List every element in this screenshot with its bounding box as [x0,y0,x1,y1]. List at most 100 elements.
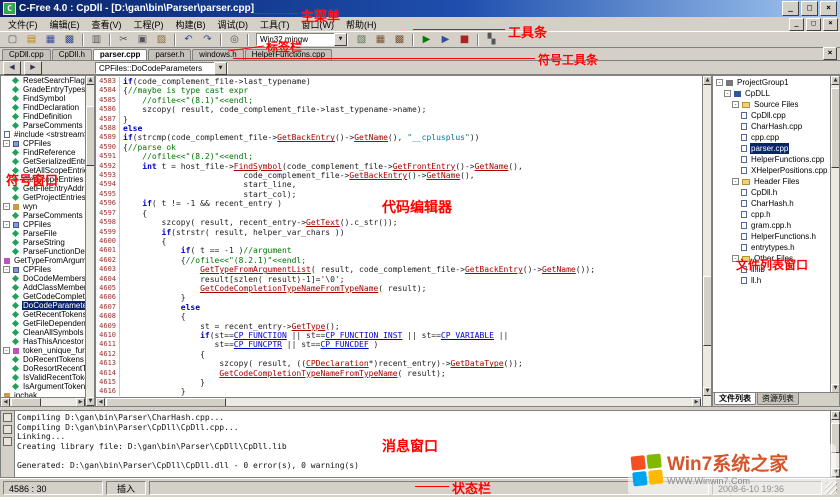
symbol-tree-item[interactable]: -CPFiles [1,139,85,148]
save-icon[interactable]: ▦ [41,32,60,48]
collapse-icon[interactable]: - [716,79,723,86]
scroll-up-icon[interactable]: ▲ [831,76,840,85]
tab-CpDll.cpp[interactable]: CpDll.cpp [2,49,51,60]
file-tree-item[interactable]: HelperFunctions.h [714,231,830,242]
symbol-tree-item[interactable]: GetAllScopeEntries [1,166,85,175]
build-icon[interactable]: ▦ [371,32,390,48]
symbol-tree-item[interactable]: GetFileDependency [1,319,85,328]
file-tree-item[interactable]: XHelperPositions.cpp [714,165,830,176]
symbol-tree-item[interactable]: GetScopeEntries [1,175,85,184]
menu-item-编辑E[interactable]: 编辑(E) [44,18,86,31]
find-icon[interactable]: ◎ [225,32,244,48]
file-tree-item[interactable]: CharHash.h [714,198,830,209]
file-tree-item[interactable]: -Other Files [714,253,830,264]
collapse-icon[interactable]: - [3,203,10,210]
scrollbar-thumb[interactable] [106,398,226,407]
file-tree-item[interactable]: entrytypes.h [714,242,830,253]
file-tree-item[interactable]: -ProjectGroup1 [714,77,830,88]
file-tree-item[interactable]: cpp.h [714,209,830,220]
redo-icon[interactable]: ↷ [198,32,217,48]
symbol-tree-item[interactable]: GetTypeFromArgument [1,256,85,265]
symbol-tree-item[interactable]: -wyn [1,202,85,211]
build-target-combo[interactable]: Win32 mingw ▼ [256,33,348,46]
save-all-icon[interactable]: ▩ [60,32,79,48]
scrollbar-thumb[interactable] [703,276,712,346]
collapse-icon[interactable]: - [3,266,10,273]
chevron-down-icon[interactable]: ▼ [214,62,227,75]
tab-parser.h[interactable]: parser.h [148,49,191,60]
find-results-icon[interactable] [3,437,12,446]
symbol-tree-item[interactable]: DoResortRecentToken [1,364,85,373]
symbol-tree-item[interactable]: ParseFile [1,229,85,238]
editor-vscrollbar[interactable]: ▲ ▼ [702,76,711,406]
copy-icon[interactable]: ▣ [133,32,152,48]
symbol-tree-item[interactable]: ResetSearchFlags [1,76,85,85]
symbol-tree-item[interactable]: GetSerializedEntries [1,157,85,166]
symbol-tree-item[interactable]: DoRecentTokens [1,355,85,364]
scroll-right-icon[interactable]: ▶ [76,398,85,407]
symbol-tree-item[interactable]: GetProjectEntries [1,193,85,202]
debug-output-icon[interactable] [3,425,12,434]
file-tree-item[interactable]: ll.h [714,275,830,286]
symbol-tree-item[interactable]: FindReference [1,148,85,157]
menu-item-文件F[interactable]: 文件(F) [2,18,44,31]
symbol-combo[interactable]: CPFiles::DoCodeParameters ▼ [95,62,228,74]
code-editor[interactable]: 4583458445854586458745884589459045914592… [95,75,712,407]
cut-icon[interactable]: ✂ [114,32,133,48]
collapse-icon[interactable]: - [732,178,739,185]
menu-item-查看V[interactable]: 查看(V) [86,18,128,31]
tab-CpDll.h[interactable]: CpDll.h [52,49,92,60]
symbol-tree-item[interactable]: GetRecentTokens [1,310,85,319]
symbol-tree-item[interactable]: DoCodeMembers [1,274,85,283]
scroll-up-icon[interactable]: ▲ [86,76,95,85]
run-icon[interactable]: ▶ [417,32,436,48]
tab-file-list[interactable]: 文件列表 [714,393,756,405]
symbol-window-hscrollbar[interactable]: ◀ ▶ [1,397,85,406]
tab-parser.cpp[interactable]: parser.cpp [93,49,147,60]
tab-windows.h[interactable]: windows.h [192,49,243,60]
undo-icon[interactable]: ↶ [179,32,198,48]
navigate-forward-icon[interactable]: ▶ [24,61,42,75]
symbol-tree-item[interactable]: ParseFunctionDefine [1,247,85,256]
file-tree-item[interactable]: -CpDLL [714,88,830,99]
symbol-window-vscrollbar[interactable]: ▲ ▼ [85,76,94,406]
scroll-left-icon[interactable]: ◀ [96,398,105,407]
symbol-tree-item[interactable]: AddClassMembers [1,283,85,292]
symbol-tree-item[interactable]: ParseComments [1,121,85,130]
scrollbar-thumb[interactable] [831,88,840,168]
symbol-tree-item[interactable]: -CPFiles [1,220,85,229]
symbol-tree-item[interactable]: CleanAllSymbols [1,328,85,337]
symbol-tree-item[interactable]: FindDefinition [1,112,85,121]
scroll-down-icon[interactable]: ▼ [703,387,712,396]
file-tree-item[interactable]: ll.lib [714,264,830,275]
file-tree-item[interactable]: -Header Files [714,176,830,187]
file-tree-item[interactable]: CpDll.cpp [714,110,830,121]
symbol-tree-item[interactable]: -token_unique_func [1,346,85,355]
scrollbar-thumb[interactable] [86,106,95,166]
close-button[interactable]: × [820,1,837,16]
collapse-icon[interactable]: - [3,140,10,147]
minimize-button[interactable]: _ [782,1,799,16]
collapse-icon[interactable]: - [732,255,739,262]
paste-icon[interactable]: ▨ [152,32,171,48]
scroll-right-icon[interactable]: ▶ [692,398,701,407]
collapse-icon[interactable]: - [3,221,10,228]
symbol-tree-item[interactable]: HasThisAncestor [1,337,85,346]
symbol-tree-item[interactable]: -CPFiles [1,265,85,274]
symbol-tree-item[interactable]: IsValidRecentToken [1,373,85,382]
tab-resource-list[interactable]: 资源列表 [757,393,799,405]
close-tab-icon[interactable]: × [823,47,837,60]
symbol-tree-item[interactable]: GradeEntryTypes [1,85,85,94]
tab-HelperFunctions.cpp[interactable]: HelperFunctions.cpp [245,49,332,60]
print-icon[interactable]: ▥ [87,32,106,48]
symbol-tree-item[interactable]: #include <strstream> [1,130,85,139]
file-tree-item[interactable]: -Source Files [714,99,830,110]
mdi-minimize-button[interactable]: _ [789,18,804,31]
debug-icon[interactable]: ▶ [436,32,455,48]
symbol-tree-item[interactable]: IsArgumentToken [1,382,85,391]
mdi-close-button[interactable]: × [823,18,838,31]
file-tree-item[interactable]: HelperFunctions.cpp [714,154,830,165]
file-tree-item[interactable]: gram.cpp.h [714,220,830,231]
scroll-left-icon[interactable]: ◀ [1,398,10,407]
file-tree-item[interactable]: CharHash.cpp [714,121,830,132]
